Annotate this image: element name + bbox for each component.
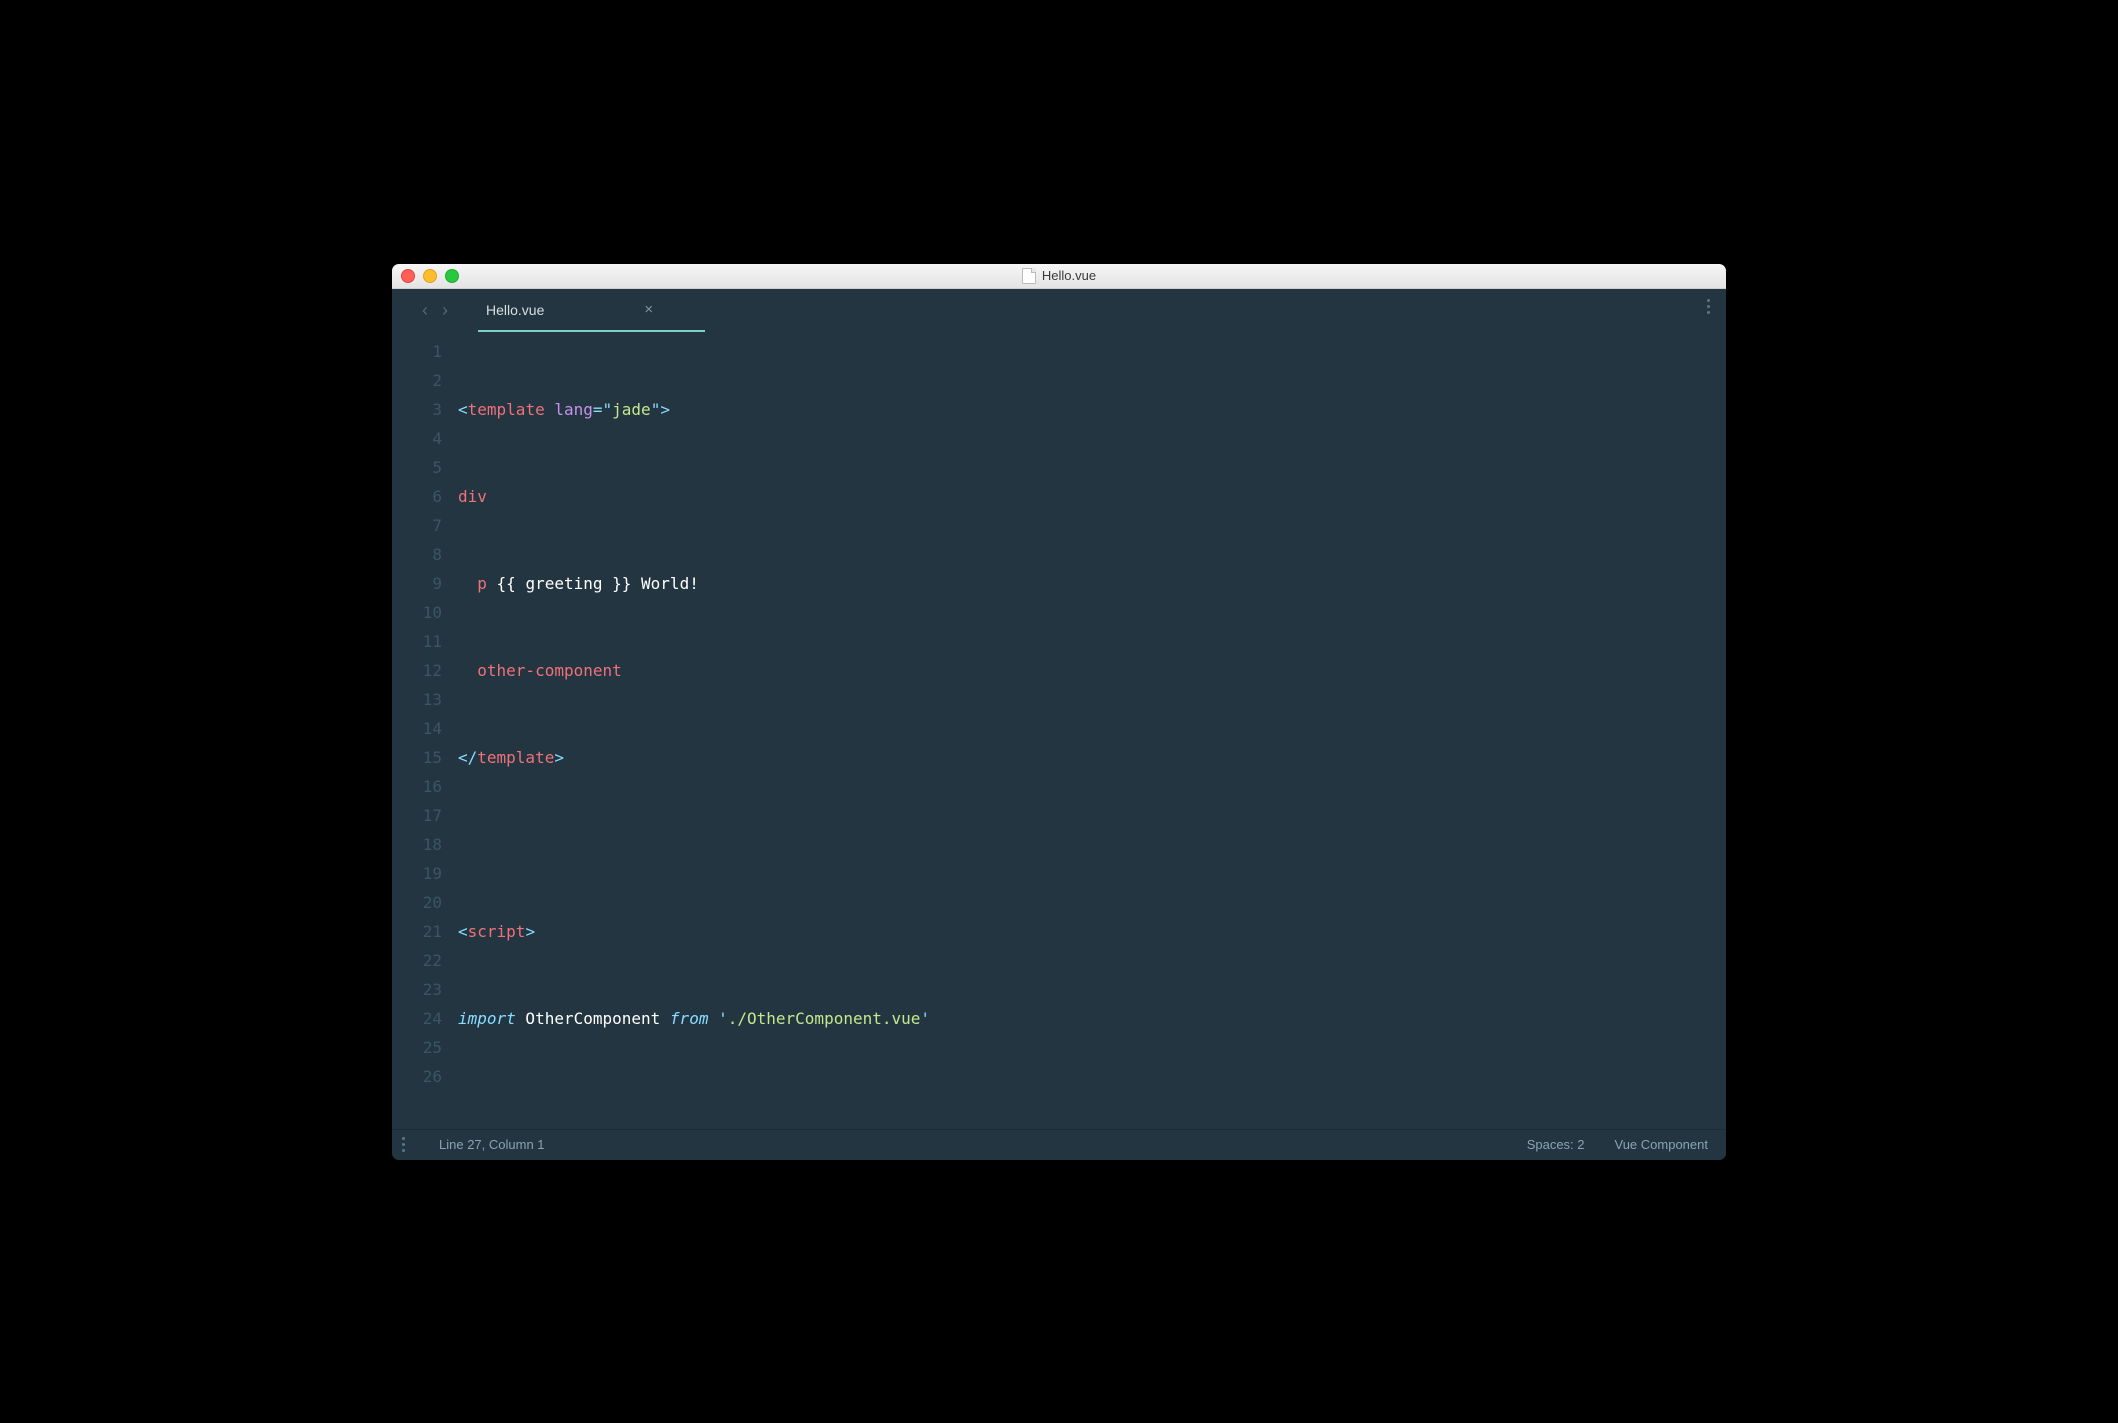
nav-back-icon[interactable]: ‹ [422, 301, 428, 319]
code-line [458, 830, 1726, 859]
line-number: 23 [392, 975, 442, 1004]
close-icon[interactable] [401, 269, 415, 283]
line-number: 18 [392, 830, 442, 859]
document-icon [1022, 268, 1036, 284]
line-number: 22 [392, 946, 442, 975]
close-tab-icon[interactable]: × [644, 301, 653, 318]
window-title-text: Hello.vue [1042, 268, 1096, 283]
line-number: 17 [392, 801, 442, 830]
line-number: 2 [392, 366, 442, 395]
code-line: <script> [458, 917, 1726, 946]
nav-arrows: ‹ › [422, 301, 448, 319]
line-number: 20 [392, 888, 442, 917]
line-number: 21 [392, 917, 442, 946]
line-number: 26 [392, 1062, 442, 1091]
code-line: other-component [458, 656, 1726, 685]
code-line: <template lang="jade"> [458, 395, 1726, 424]
line-number: 3 [392, 395, 442, 424]
code-area[interactable]: <template lang="jade"> div p {{ greeting… [450, 337, 1726, 1129]
line-number: 9 [392, 569, 442, 598]
line-number: 1 [392, 337, 442, 366]
tab-hello-vue[interactable]: Hello.vue × [478, 289, 661, 331]
line-number: 12 [392, 656, 442, 685]
tab-underline [478, 330, 705, 332]
line-gutter: 1 2 3 4 5 6 7 8 9 10 11 12 13 14 15 16 1… [392, 337, 450, 1129]
code-line: div [458, 482, 1726, 511]
status-menu-icon[interactable] [402, 1137, 405, 1152]
nav-forward-icon[interactable]: › [442, 301, 448, 319]
status-syntax[interactable]: Vue Component [1615, 1137, 1708, 1152]
line-number: 5 [392, 453, 442, 482]
minimize-icon[interactable] [423, 269, 437, 283]
window-title: Hello.vue [392, 268, 1726, 284]
line-number: 10 [392, 598, 442, 627]
line-number: 19 [392, 859, 442, 888]
code-line: </template> [458, 743, 1726, 772]
status-position[interactable]: Line 27, Column 1 [439, 1137, 545, 1152]
code-line: import OtherComponent from './OtherCompo… [458, 1004, 1726, 1033]
line-number: 25 [392, 1033, 442, 1062]
app-window: Hello.vue ‹ › Hello.vue × 1 2 3 4 5 6 7 … [392, 264, 1726, 1160]
line-number: 24 [392, 1004, 442, 1033]
line-number: 16 [392, 772, 442, 801]
titlebar: Hello.vue [392, 264, 1726, 289]
line-number: 13 [392, 685, 442, 714]
code-line: p {{ greeting }} World! [458, 569, 1726, 598]
editor[interactable]: 1 2 3 4 5 6 7 8 9 10 11 12 13 14 15 16 1… [392, 331, 1726, 1129]
more-menu-icon[interactable] [1707, 299, 1710, 314]
code-line [458, 1091, 1726, 1120]
line-number: 6 [392, 482, 442, 511]
traffic-lights [401, 269, 459, 283]
tab-label: Hello.vue [486, 302, 544, 318]
tab-bar: ‹ › Hello.vue × [392, 289, 1726, 331]
line-number: 11 [392, 627, 442, 656]
line-number: 15 [392, 743, 442, 772]
maximize-icon[interactable] [445, 269, 459, 283]
line-number: 4 [392, 424, 442, 453]
status-bar: Line 27, Column 1 Spaces: 2 Vue Componen… [392, 1129, 1726, 1160]
status-spaces[interactable]: Spaces: 2 [1527, 1137, 1585, 1152]
line-number: 8 [392, 540, 442, 569]
line-number: 7 [392, 511, 442, 540]
line-number: 14 [392, 714, 442, 743]
